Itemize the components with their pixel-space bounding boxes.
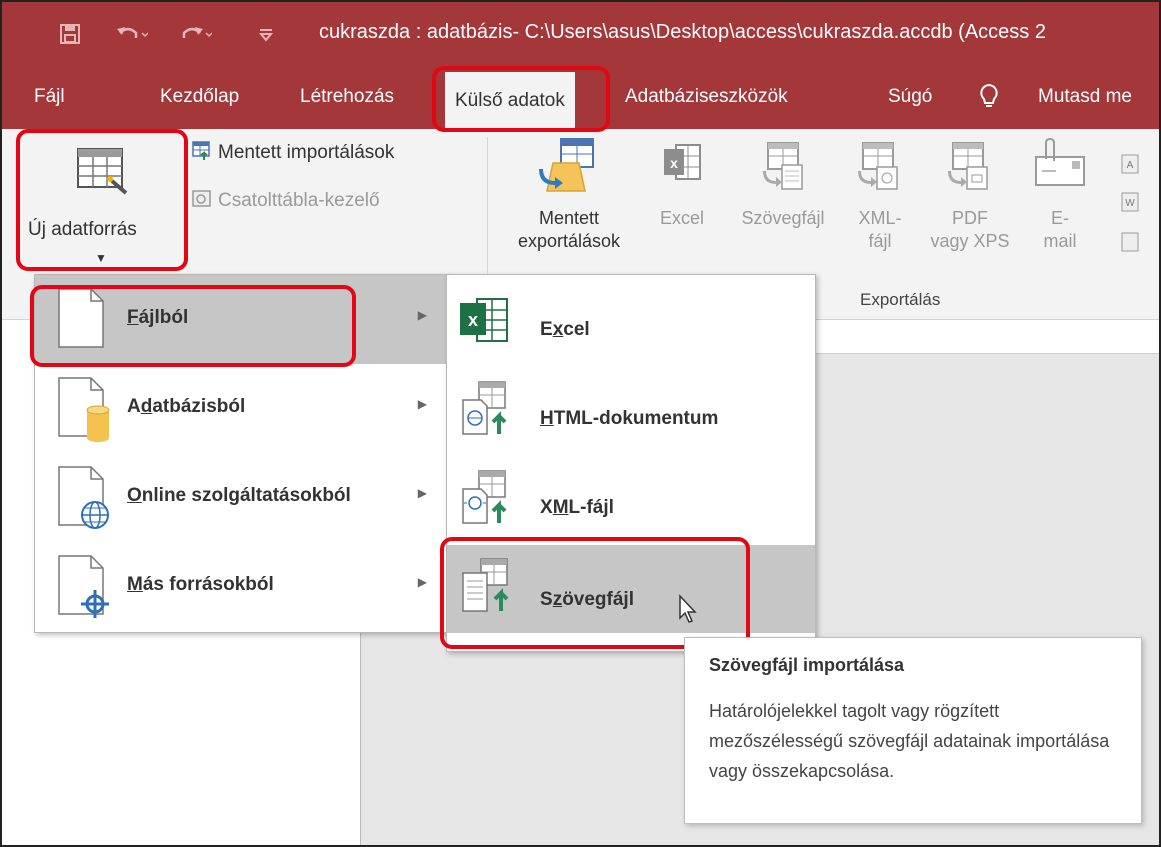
other-sources-icon <box>58 555 109 618</box>
from-database-label: Adatbázisból <box>127 396 246 417</box>
globe-icon <box>58 466 109 529</box>
export-pdf-line1: PDF <box>952 208 988 228</box>
saved-exports-line2: exportálások <box>517 231 621 251</box>
export-email-line2: mail <box>1043 231 1077 251</box>
redo-icon[interactable] <box>180 24 213 48</box>
menu-item-from-database[interactable]: Adatbázisból ▶ <box>35 364 447 453</box>
undo-icon[interactable] <box>116 24 149 48</box>
tab-database-tools[interactable]: Adatbáziseszközök <box>625 86 788 108</box>
export-email-button[interactable]: E- mail <box>1030 137 1090 253</box>
access-window: cukraszda : adatbázis- C:\Users\asus\Des… <box>0 0 1161 847</box>
svg-text:W: W <box>1125 198 1135 209</box>
title-bar: cukraszda : adatbázis- C:\Users\asus\Des… <box>2 2 1159 72</box>
export-text-button[interactable]: Szövegfájl <box>718 137 848 230</box>
export-group-label: Exportálás <box>860 290 941 309</box>
submenu-item-xml[interactable]: XML-fájl <box>447 453 815 541</box>
tab-create[interactable]: Létrehozás <box>300 86 394 108</box>
export-pdf-button[interactable]: PDF vagy XPS <box>920 137 1020 253</box>
more-export-icons[interactable]: A W <box>1120 153 1142 271</box>
excel-label: Excel <box>540 319 590 340</box>
highlight-from-file <box>30 285 356 367</box>
email-icon <box>1035 137 1085 186</box>
window-title: cukraszda : adatbázis- C:\Users\asus\Des… <box>319 21 1046 43</box>
xml-file-icon <box>858 142 898 190</box>
excel-icon: x <box>460 298 508 342</box>
save-icon[interactable] <box>60 24 80 48</box>
from-online-services-label: Online szolgáltatásokból <box>127 485 351 506</box>
export-excel-button[interactable]: x Excel <box>650 137 714 230</box>
highlight-text-file <box>440 537 750 649</box>
saved-imports-label: Mentett importálások <box>218 142 395 163</box>
export-excel-label: Excel <box>659 208 704 228</box>
highlight-new-source-button <box>16 129 188 271</box>
menu-item-from-other-sources[interactable]: Más forrásokból ▶ <box>35 542 447 631</box>
chevron-right-icon: ▶ <box>417 308 427 322</box>
pdf-file-icon <box>948 142 988 190</box>
export-text-label: Szövegfájl <box>741 208 825 228</box>
from-other-sources-label: Más forrásokból <box>127 574 274 595</box>
customize-icon[interactable] <box>258 24 274 48</box>
chevron-right-icon: ▶ <box>417 575 427 589</box>
saved-imports-icon <box>192 141 210 160</box>
submenu-item-html[interactable]: HTML-dokumentum <box>447 364 815 452</box>
saved-imports-button[interactable]: Mentett importálások <box>192 141 394 164</box>
tab-home[interactable]: Kezdőlap <box>160 86 239 108</box>
linked-table-manager-button[interactable]: Csatolttábla-kezelő <box>192 189 380 212</box>
saved-exports-icon <box>539 138 594 192</box>
tab-tell-me[interactable]: Mutasd me <box>1038 86 1132 108</box>
xml-label: XML-fájl <box>540 497 614 518</box>
export-pdf-line2: vagy XPS <box>930 231 1010 251</box>
lightbulb-icon[interactable] <box>979 83 999 117</box>
export-xml-line2: fájl <box>868 231 892 251</box>
linked-table-manager-label: Csatolttábla-kezelő <box>218 190 380 211</box>
saved-exports-line1: Mentett <box>538 208 600 228</box>
database-icon <box>58 377 110 442</box>
linked-table-manager-icon <box>192 190 211 207</box>
html-label: HTML-dokumentum <box>540 408 719 429</box>
submenu-item-excel[interactable]: x Excel <box>447 275 815 363</box>
svg-text:x: x <box>468 310 478 330</box>
highlight-external-data-tab <box>432 66 610 132</box>
svg-text:x: x <box>670 155 678 171</box>
chevron-right-icon: ▶ <box>417 486 427 500</box>
export-xml-button[interactable]: XML- fájl <box>850 137 910 253</box>
export-xml-line1: XML- <box>858 208 902 228</box>
text-file-icon <box>763 142 803 190</box>
svg-text:A: A <box>1127 160 1134 171</box>
tab-help[interactable]: Súgó <box>888 86 932 108</box>
chevron-right-icon: ▶ <box>417 397 427 411</box>
html-document-icon <box>462 381 507 435</box>
menu-item-from-online-services[interactable]: Online szolgáltatásokból ▶ <box>35 453 447 542</box>
tooltip-title: Szövegfájl importálása <box>709 655 905 675</box>
tooltip: Szövegfájl importálása Határolójelekkel … <box>684 637 1142 824</box>
tooltip-body: Határolójelekkel tagolt vagy rögzített m… <box>709 701 1110 781</box>
saved-exports-button[interactable]: Mentett exportálások <box>499 137 639 253</box>
tab-file[interactable]: Fájl <box>34 86 65 108</box>
excel-icon: x <box>664 144 701 180</box>
export-email-line1: E- <box>1051 208 1069 228</box>
xml-file-icon <box>462 470 507 524</box>
